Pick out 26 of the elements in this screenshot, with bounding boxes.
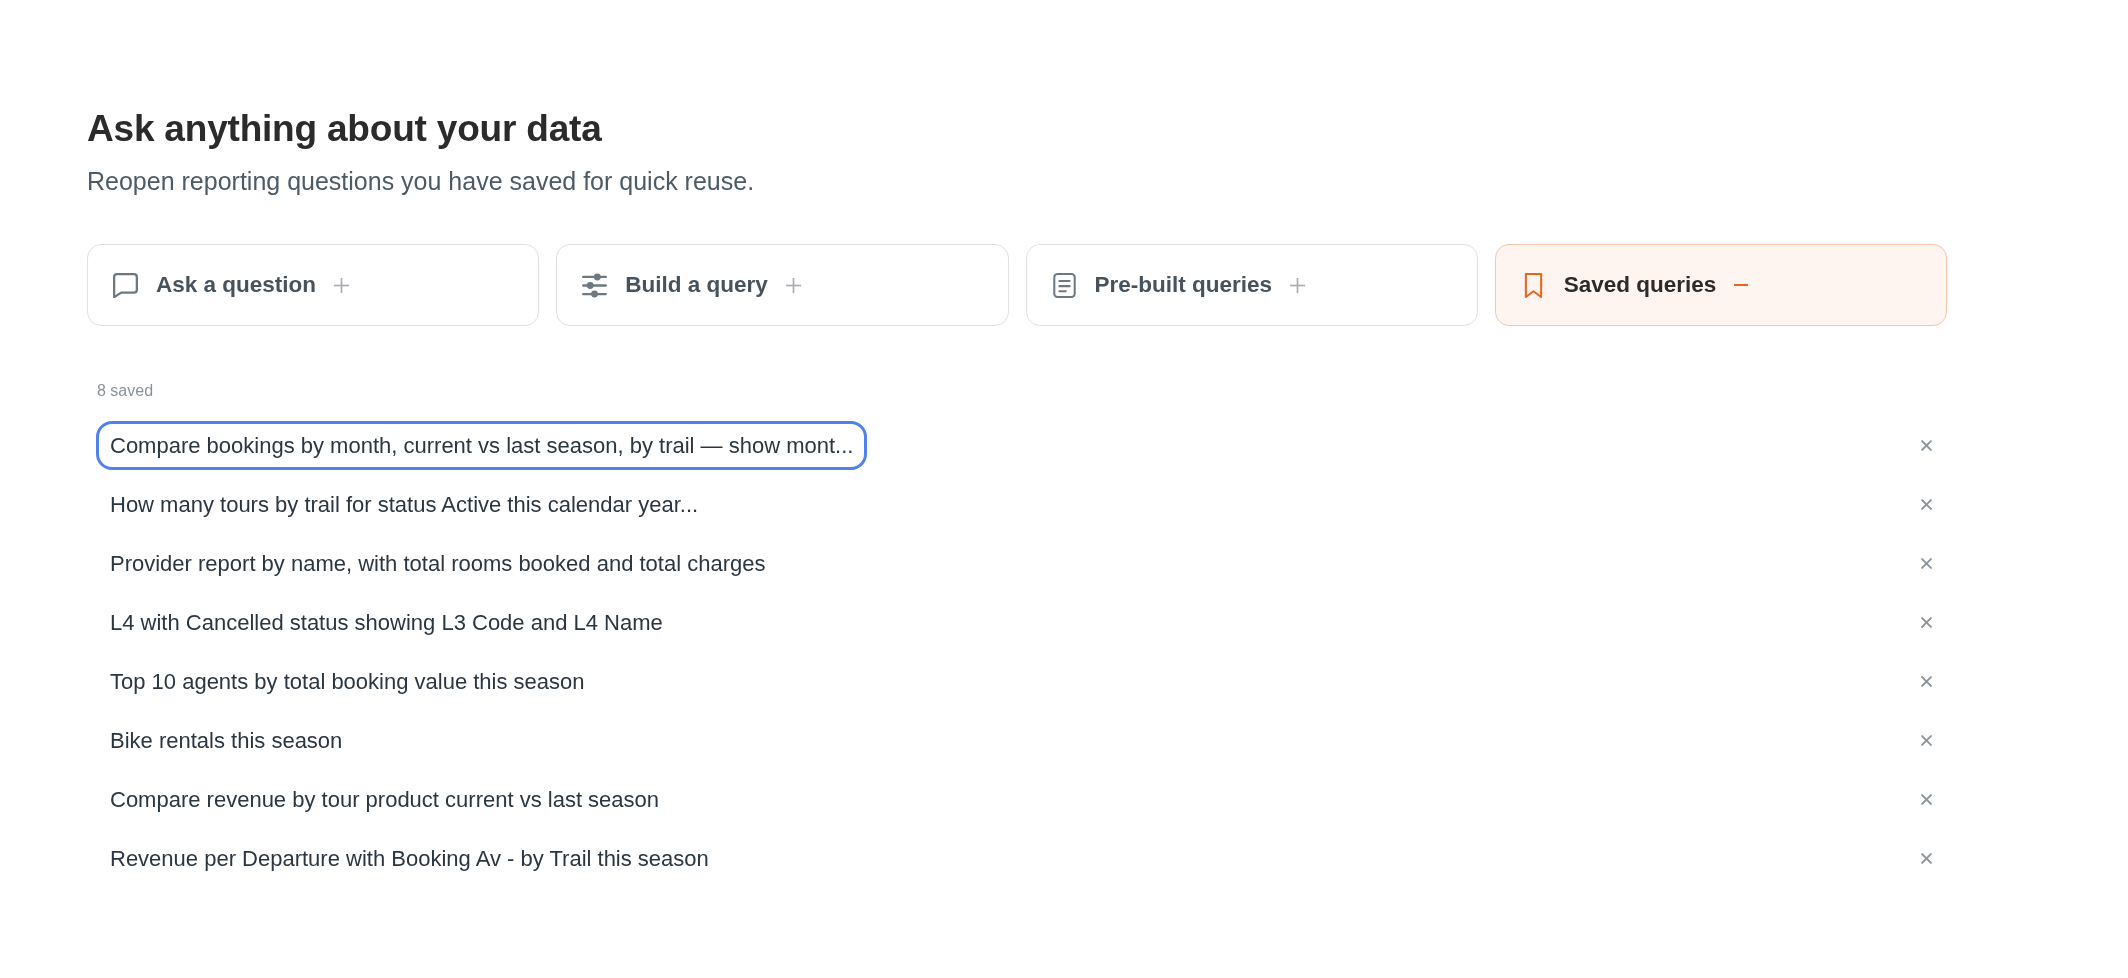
saved-query[interactable]: Compare revenue by tour product current vs last season bbox=[96, 775, 674, 824]
tab[interactable]: Saved queries bbox=[1494, 244, 1947, 326]
speech-bubble-icon bbox=[113, 272, 138, 298]
saved-query[interactable]: Provider report by name, with total rooms booked and total charges bbox=[96, 539, 780, 588]
tab[interactable]: Build a query bbox=[556, 244, 1009, 326]
saved-query[interactable]: Bike rentals this season bbox=[96, 716, 357, 765]
saved-query[interactable]: How many tours by trail for status Active this calendar year... bbox=[96, 480, 713, 529]
tab[interactable]: Ask a question bbox=[87, 244, 540, 326]
close-icon bbox=[1920, 735, 1932, 746]
sliders-icon bbox=[582, 272, 608, 298]
close-icon bbox=[1920, 499, 1932, 510]
close-icon bbox=[1920, 853, 1932, 864]
tab[interactable]: Pre-built queries bbox=[1025, 244, 1478, 326]
document-icon bbox=[1051, 272, 1077, 298]
close-icon bbox=[1920, 676, 1932, 687]
saved-query[interactable]: Top 10 agents by total booking value this season bbox=[96, 657, 599, 706]
page-subtitle: Reopen reporting questions you have saved for quick reuse. bbox=[87, 166, 756, 196]
saved-query[interactable]: Compare bookings by month, current vs last season, by trail — show mont... bbox=[96, 421, 868, 470]
close-icon bbox=[1920, 558, 1932, 569]
saved-count: 8 saved bbox=[97, 381, 155, 401]
page-title: Ask anything about your data bbox=[87, 107, 603, 151]
close-icon bbox=[1920, 617, 1932, 628]
close-icon bbox=[1920, 440, 1932, 451]
saved-query[interactable]: L4 with Cancelled status showing L3 Code and L4 Name bbox=[96, 598, 677, 647]
close-icon bbox=[1920, 794, 1932, 805]
saved-query[interactable]: Revenue per Departure with Booking Av - by Trail this season bbox=[96, 834, 723, 883]
